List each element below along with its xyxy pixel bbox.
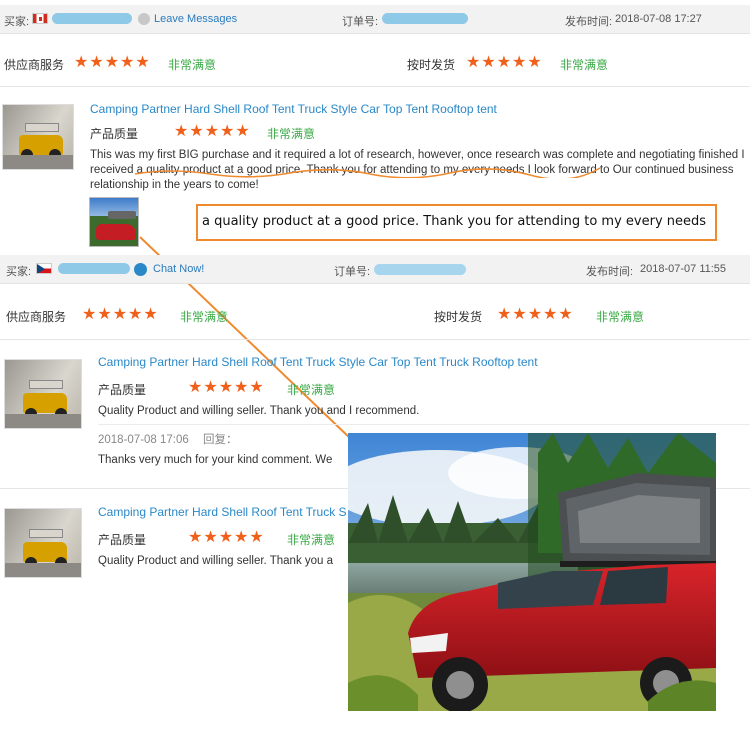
publish-time-label: 发布时间: <box>586 266 634 278</box>
seller-reply: Thanks very much for your kind comment. … <box>98 454 333 466</box>
product-title-link[interactable]: Camping Partner Hard Shell Roof Tent Tru… <box>98 355 538 369</box>
quality-label: 产品质量 <box>98 533 147 547</box>
on-time-stars: ★★★★★ <box>497 306 574 323</box>
enlarged-review-photo <box>348 433 716 711</box>
on-time-rating-text: 非常满意 <box>596 310 645 324</box>
product-thumbnail[interactable] <box>4 359 82 429</box>
quality-label: 产品质量 <box>98 383 147 397</box>
order-label: 订单号: <box>334 266 371 278</box>
supplier-service-label: 供应商服务 <box>6 310 67 324</box>
chat-icon[interactable] <box>134 263 147 276</box>
quality-stars: ★★★★★ <box>188 529 265 546</box>
order-number-redacted <box>374 264 466 275</box>
quality-rating-text: 非常满意 <box>287 383 336 397</box>
quality-stars: ★★★★★ <box>188 379 265 396</box>
czech-flag-icon <box>36 263 52 274</box>
reply-time: 2018-07-08 17:06 <box>98 434 189 446</box>
reply-label: 回复： <box>203 434 238 446</box>
buyer-name-redacted <box>58 263 130 274</box>
product-title-link[interactable]: Camping Partner Hard Shell Roof Tent Tru… <box>98 505 347 519</box>
review-comment: Quality Product and willing seller. Than… <box>98 555 334 567</box>
chat-now-link[interactable]: Chat Now! <box>153 263 204 275</box>
supplier-service-rating-text: 非常满意 <box>180 310 229 324</box>
divider <box>98 424 750 425</box>
publish-time: 2018-07-07 11:55 <box>640 263 727 275</box>
supplier-service-stars: ★★★★★ <box>82 306 159 323</box>
product-thumbnail[interactable] <box>4 508 82 578</box>
on-time-label: 按时发货 <box>434 310 483 324</box>
review-header: 买家: Chat Now! 订单号: 发布时间: 2018-07-07 11:5… <box>0 255 750 284</box>
quality-rating-text: 非常满意 <box>287 533 336 547</box>
divider <box>0 339 750 340</box>
buyer-label: 买家: <box>6 266 32 278</box>
review-comment: Quality Product and willing seller. Than… <box>98 405 420 417</box>
